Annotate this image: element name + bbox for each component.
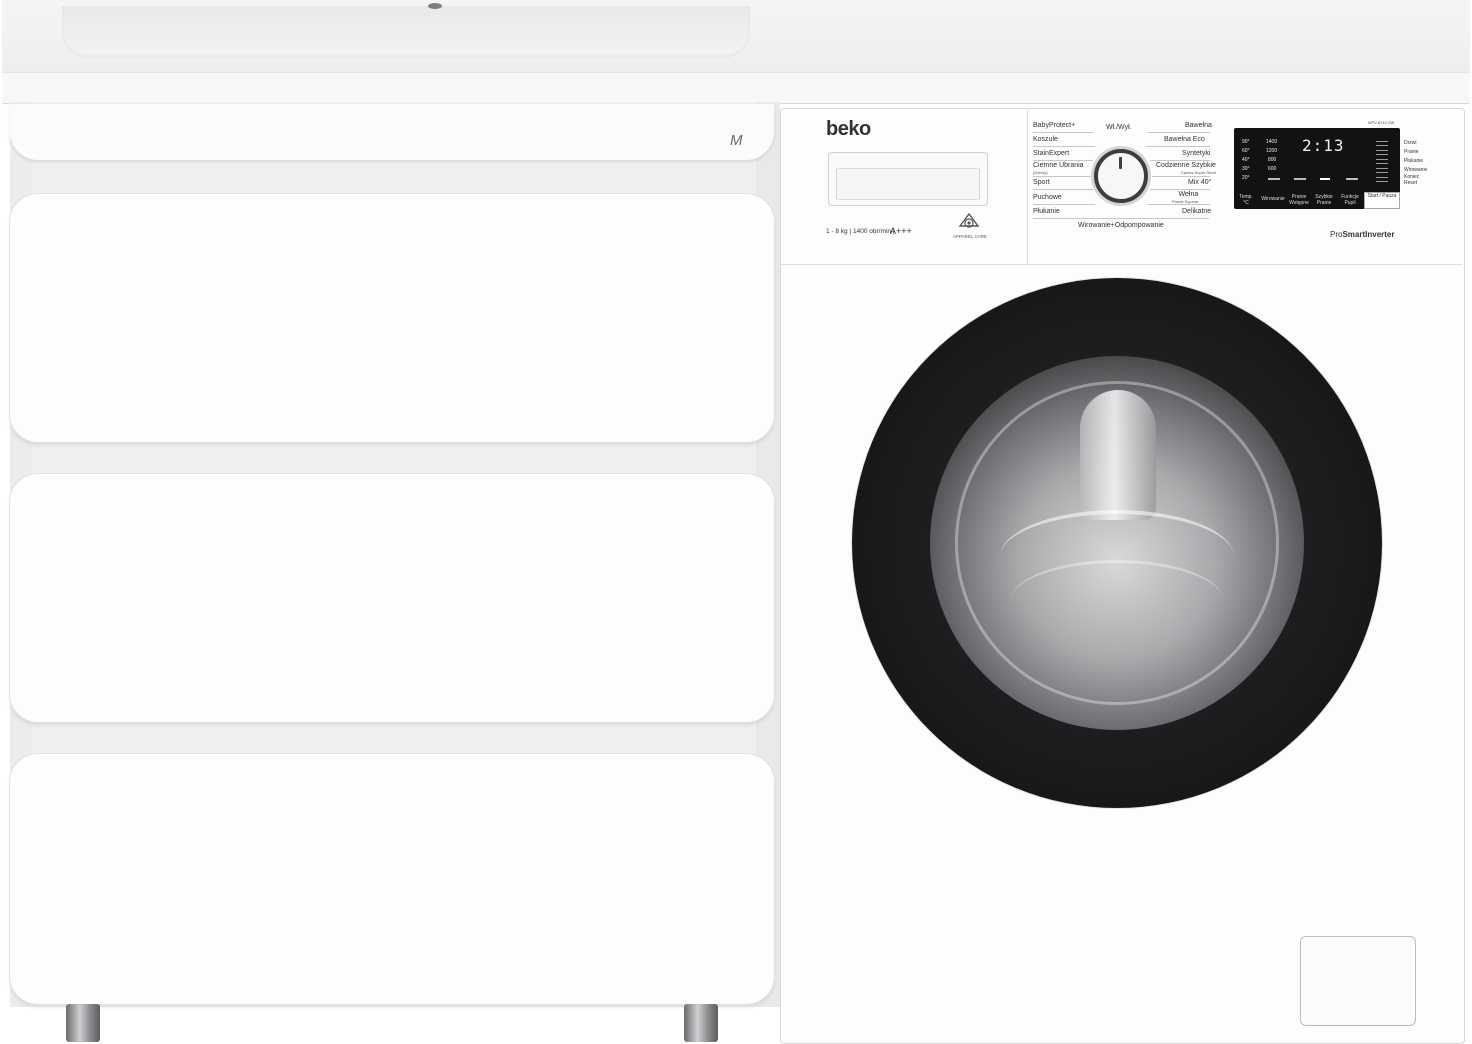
- status-reset: Reset: [1404, 180, 1418, 186]
- indicator-dash: [1346, 178, 1358, 180]
- program-codzienne-szybkie[interactable]: Codzienne Szybkie Xpress Super Short: [1156, 162, 1216, 175]
- top-drawer[interactable]: [10, 104, 774, 160]
- status-spin: Wirowanie: [1404, 167, 1428, 173]
- start-pause-button[interactable]: Start / Pauza: [1364, 192, 1400, 209]
- program-divider: [1150, 160, 1210, 161]
- temp-option: 20°: [1242, 175, 1250, 181]
- brand-logo: beko: [826, 118, 871, 140]
- program-plukanie[interactable]: Płukanie: [1033, 208, 1060, 216]
- prosmartinverter-badge: ProSmartInverter: [1330, 230, 1395, 239]
- spin-option: 1200: [1266, 148, 1278, 154]
- energy-class: A+++: [890, 226, 912, 236]
- cabinet-leg-left: [66, 1004, 100, 1042]
- spin-drain-label: Wirowanie+Odpompowanie: [1078, 222, 1164, 229]
- badge-smart: Smart: [1342, 230, 1366, 239]
- button-prewash[interactable]: Pranie Wstępne: [1288, 194, 1310, 206]
- program-mix-40[interactable]: Mix 40°: [1188, 179, 1211, 187]
- temp-option: 30°: [1242, 166, 1250, 172]
- temp-option: 90°: [1242, 139, 1250, 145]
- program-divider: [1148, 132, 1210, 133]
- program-divider: [1033, 218, 1209, 219]
- model-number: WTV 8712 XW: [1368, 120, 1395, 125]
- faucet-hole: [428, 3, 442, 9]
- dial-indicator: [1119, 157, 1122, 169]
- button-quick-wash[interactable]: Szybkie Pranie: [1312, 194, 1336, 206]
- program-divider: [1033, 176, 1091, 177]
- status-led: [1376, 159, 1388, 164]
- button-pupil-functions[interactable]: Funkcje Pupil: [1338, 194, 1362, 206]
- program-delikatne[interactable]: Delikatne: [1182, 208, 1211, 216]
- status-led: [1376, 177, 1388, 182]
- status-door: Drzwi: [1404, 140, 1417, 146]
- badge-prefix: Pro: [1330, 230, 1343, 239]
- program-bawelna[interactable]: Bawełna: [1185, 122, 1212, 130]
- status-led: [1376, 150, 1388, 155]
- drawer-2[interactable]: [10, 474, 774, 722]
- program-divider: [1148, 204, 1210, 205]
- max-spin: 1400 obr/min: [853, 228, 891, 235]
- program-divider: [1146, 146, 1210, 147]
- cabinet-leg-right: [684, 1004, 718, 1042]
- button-spin[interactable]: Wirowanie: [1260, 196, 1286, 202]
- status-led: [1376, 141, 1388, 146]
- program-divider: [1150, 189, 1210, 190]
- countertop-edge: [2, 72, 1470, 103]
- spec-line: 1 - 8 kg | 1400 obr/min |: [826, 228, 895, 235]
- drum-paddle: [1080, 390, 1156, 520]
- program-babyprotect[interactable]: BabyProtect+: [1033, 122, 1075, 130]
- program-syntetyki[interactable]: Syntetyki: [1182, 150, 1210, 158]
- apparel-care-label: APPAREL CARE: [952, 234, 987, 239]
- apparel-care-icon: [958, 212, 980, 228]
- detergent-drawer-handle[interactable]: [836, 168, 980, 200]
- sink-basin: [62, 6, 750, 58]
- status-rinse: Płukanie: [1404, 158, 1424, 164]
- program-welna[interactable]: Wełna Pranie Ręczne: [1172, 191, 1198, 204]
- program-divider: [1033, 146, 1095, 147]
- temp-option: 40°: [1242, 157, 1250, 163]
- program-ciemne-ubrania[interactable]: Ciemne Ubrania (Dżinsy): [1033, 162, 1084, 175]
- temp-option: 60°: [1242, 148, 1250, 154]
- spin-option: 600: [1268, 166, 1277, 172]
- drum-pattern: [1010, 560, 1224, 643]
- program-sport[interactable]: Sport: [1033, 179, 1050, 187]
- program-puchowe[interactable]: Puchowe: [1033, 194, 1062, 202]
- status-wash: Pranie: [1404, 149, 1419, 155]
- spin-option: 1400: [1266, 139, 1278, 145]
- indicator-dash: [1320, 178, 1330, 180]
- program-divider: [1033, 132, 1093, 133]
- program-divider: [1033, 160, 1093, 161]
- button-temp[interactable]: Temp. °C: [1236, 194, 1256, 206]
- status-led: [1376, 168, 1388, 173]
- cabinet-logo: M: [730, 132, 743, 149]
- indicator-dash: [1268, 178, 1280, 180]
- indicator-dash: [1294, 178, 1306, 180]
- program-bawelna-eco[interactable]: Bawełna Eco: [1164, 136, 1205, 144]
- program-stainexpert[interactable]: StainExpert: [1033, 150, 1069, 158]
- power-label: Wł./Wył.: [1106, 124, 1132, 131]
- capacity: 1 - 8 kg: [826, 228, 848, 235]
- program-divider: [1033, 189, 1093, 190]
- badge-suffix: Inverter: [1365, 230, 1395, 239]
- program-koszule[interactable]: Koszule: [1033, 136, 1058, 144]
- filter-cover[interactable]: [1300, 936, 1416, 1026]
- drawer-3[interactable]: [10, 754, 774, 1004]
- program-divider: [1033, 204, 1095, 205]
- drawer-1[interactable]: [10, 194, 774, 442]
- spin-option: 800: [1268, 157, 1277, 163]
- program-divider: [1152, 176, 1210, 177]
- remaining-time: 2:13: [1302, 136, 1345, 155]
